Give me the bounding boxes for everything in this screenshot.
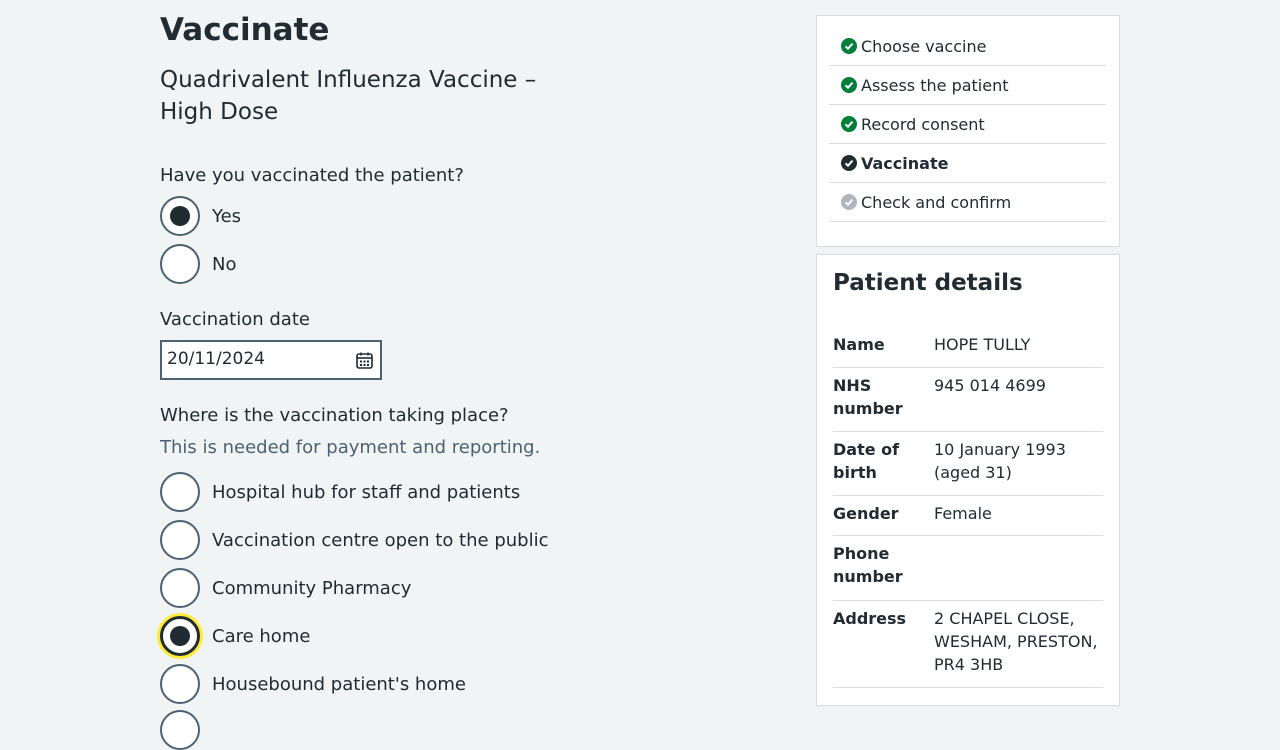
vaccinated-yes-radio[interactable]: Yes: [160, 196, 241, 236]
row-value: 945 014 4699: [934, 376, 1046, 395]
check-circle-icon: [841, 194, 857, 210]
step-label[interactable]: Vaccinate: [861, 154, 948, 173]
radio-circle[interactable]: [160, 196, 200, 236]
location-next-radio[interactable]: [160, 710, 200, 750]
calendar-icon[interactable]: [356, 352, 373, 373]
row-value: 2 CHAPEL CLOSE, WESHAM, PRESTON, PR4 3HB: [934, 609, 1098, 674]
row-key: NHS number: [833, 376, 903, 418]
radio-circle[interactable]: [160, 520, 200, 560]
patient-details-heading: Patient details: [833, 270, 1023, 296]
patient-row-name: Name HOPE TULLY: [833, 333, 1103, 368]
location-community-pharmacy-radio[interactable]: Community Pharmacy: [160, 568, 411, 608]
radio-label[interactable]: Vaccination centre open to the public: [212, 530, 548, 551]
vaccine-name: Quadrivalent Influenza Vaccine – High Do…: [160, 67, 537, 125]
check-circle-icon: [841, 77, 857, 93]
row-key: Phone number: [833, 544, 903, 586]
vaccination-date-field[interactable]: [160, 340, 382, 380]
vaccination-date-label: Vaccination date: [160, 309, 310, 330]
check-circle-icon: [841, 38, 857, 54]
vaccinated-no-radio[interactable]: No: [160, 244, 236, 284]
radio-circle[interactable]: [160, 664, 200, 704]
row-key: Address: [833, 609, 907, 628]
patient-row-nhs-number: NHS number 945 014 4699: [833, 374, 1103, 432]
step-label[interactable]: Record consent: [861, 115, 985, 134]
step-label[interactable]: Assess the patient: [861, 76, 1009, 95]
row-value: HOPE TULLY: [934, 335, 1031, 354]
patient-row-gender: Gender Female: [833, 502, 1103, 536]
radio-label[interactable]: Hospital hub for staff and patients: [212, 482, 520, 503]
radio-circle[interactable]: [160, 710, 200, 750]
row-value: Female: [934, 504, 992, 523]
radio-circle[interactable]: [160, 472, 200, 512]
row-value: 10 January 1993 (aged 31): [934, 440, 1066, 482]
step-label[interactable]: Check and confirm: [861, 193, 1011, 212]
radio-label[interactable]: Community Pharmacy: [212, 578, 411, 599]
patient-row-phone: Phone number: [833, 542, 1103, 601]
row-key: Gender: [833, 504, 899, 523]
row-key: Date of birth: [833, 440, 900, 482]
step-check-confirm[interactable]: Check and confirm: [829, 183, 1106, 222]
step-assess-patient[interactable]: Assess the patient: [829, 66, 1106, 105]
patient-row-address: Address 2 CHAPEL CLOSE, WESHAM, PRESTON,…: [833, 607, 1103, 688]
radio-circle[interactable]: [160, 616, 200, 656]
radio-circle[interactable]: [160, 244, 200, 284]
step-vaccinate[interactable]: Vaccinate: [829, 144, 1106, 183]
location-question: Where is the vaccination taking place?: [160, 405, 509, 426]
task-steps-card: Choose vaccine Assess the patient Record…: [816, 15, 1120, 247]
step-choose-vaccine[interactable]: Choose vaccine: [829, 27, 1106, 66]
step-record-consent[interactable]: Record consent: [829, 105, 1106, 144]
patient-row-dob: Date of birth 10 January 1993 (aged 31): [833, 438, 1103, 496]
radio-label[interactable]: Care home: [212, 626, 310, 647]
step-label[interactable]: Choose vaccine: [861, 37, 986, 56]
patient-details-card: Patient details Name HOPE TULLY NHS numb…: [816, 254, 1120, 706]
location-hospital-hub-radio[interactable]: Hospital hub for staff and patients: [160, 472, 520, 512]
row-key: Name: [833, 335, 885, 354]
page-title: Vaccinate: [160, 12, 330, 48]
radio-circle[interactable]: [160, 568, 200, 608]
vaccination-date-input[interactable]: [162, 342, 337, 376]
location-housebound-radio[interactable]: Housebound patient's home: [160, 664, 466, 704]
radio-label[interactable]: Yes: [212, 206, 241, 227]
radio-label[interactable]: Housebound patient's home: [212, 674, 466, 695]
vaccinated-question: Have you vaccinated the patient?: [160, 165, 464, 186]
radio-label[interactable]: No: [212, 254, 236, 275]
location-care-home-radio[interactable]: Care home: [160, 616, 310, 656]
check-circle-icon: [841, 155, 857, 171]
check-circle-icon: [841, 116, 857, 132]
location-hint: This is needed for payment and reporting…: [160, 437, 541, 458]
location-vaccination-centre-radio[interactable]: Vaccination centre open to the public: [160, 520, 548, 560]
